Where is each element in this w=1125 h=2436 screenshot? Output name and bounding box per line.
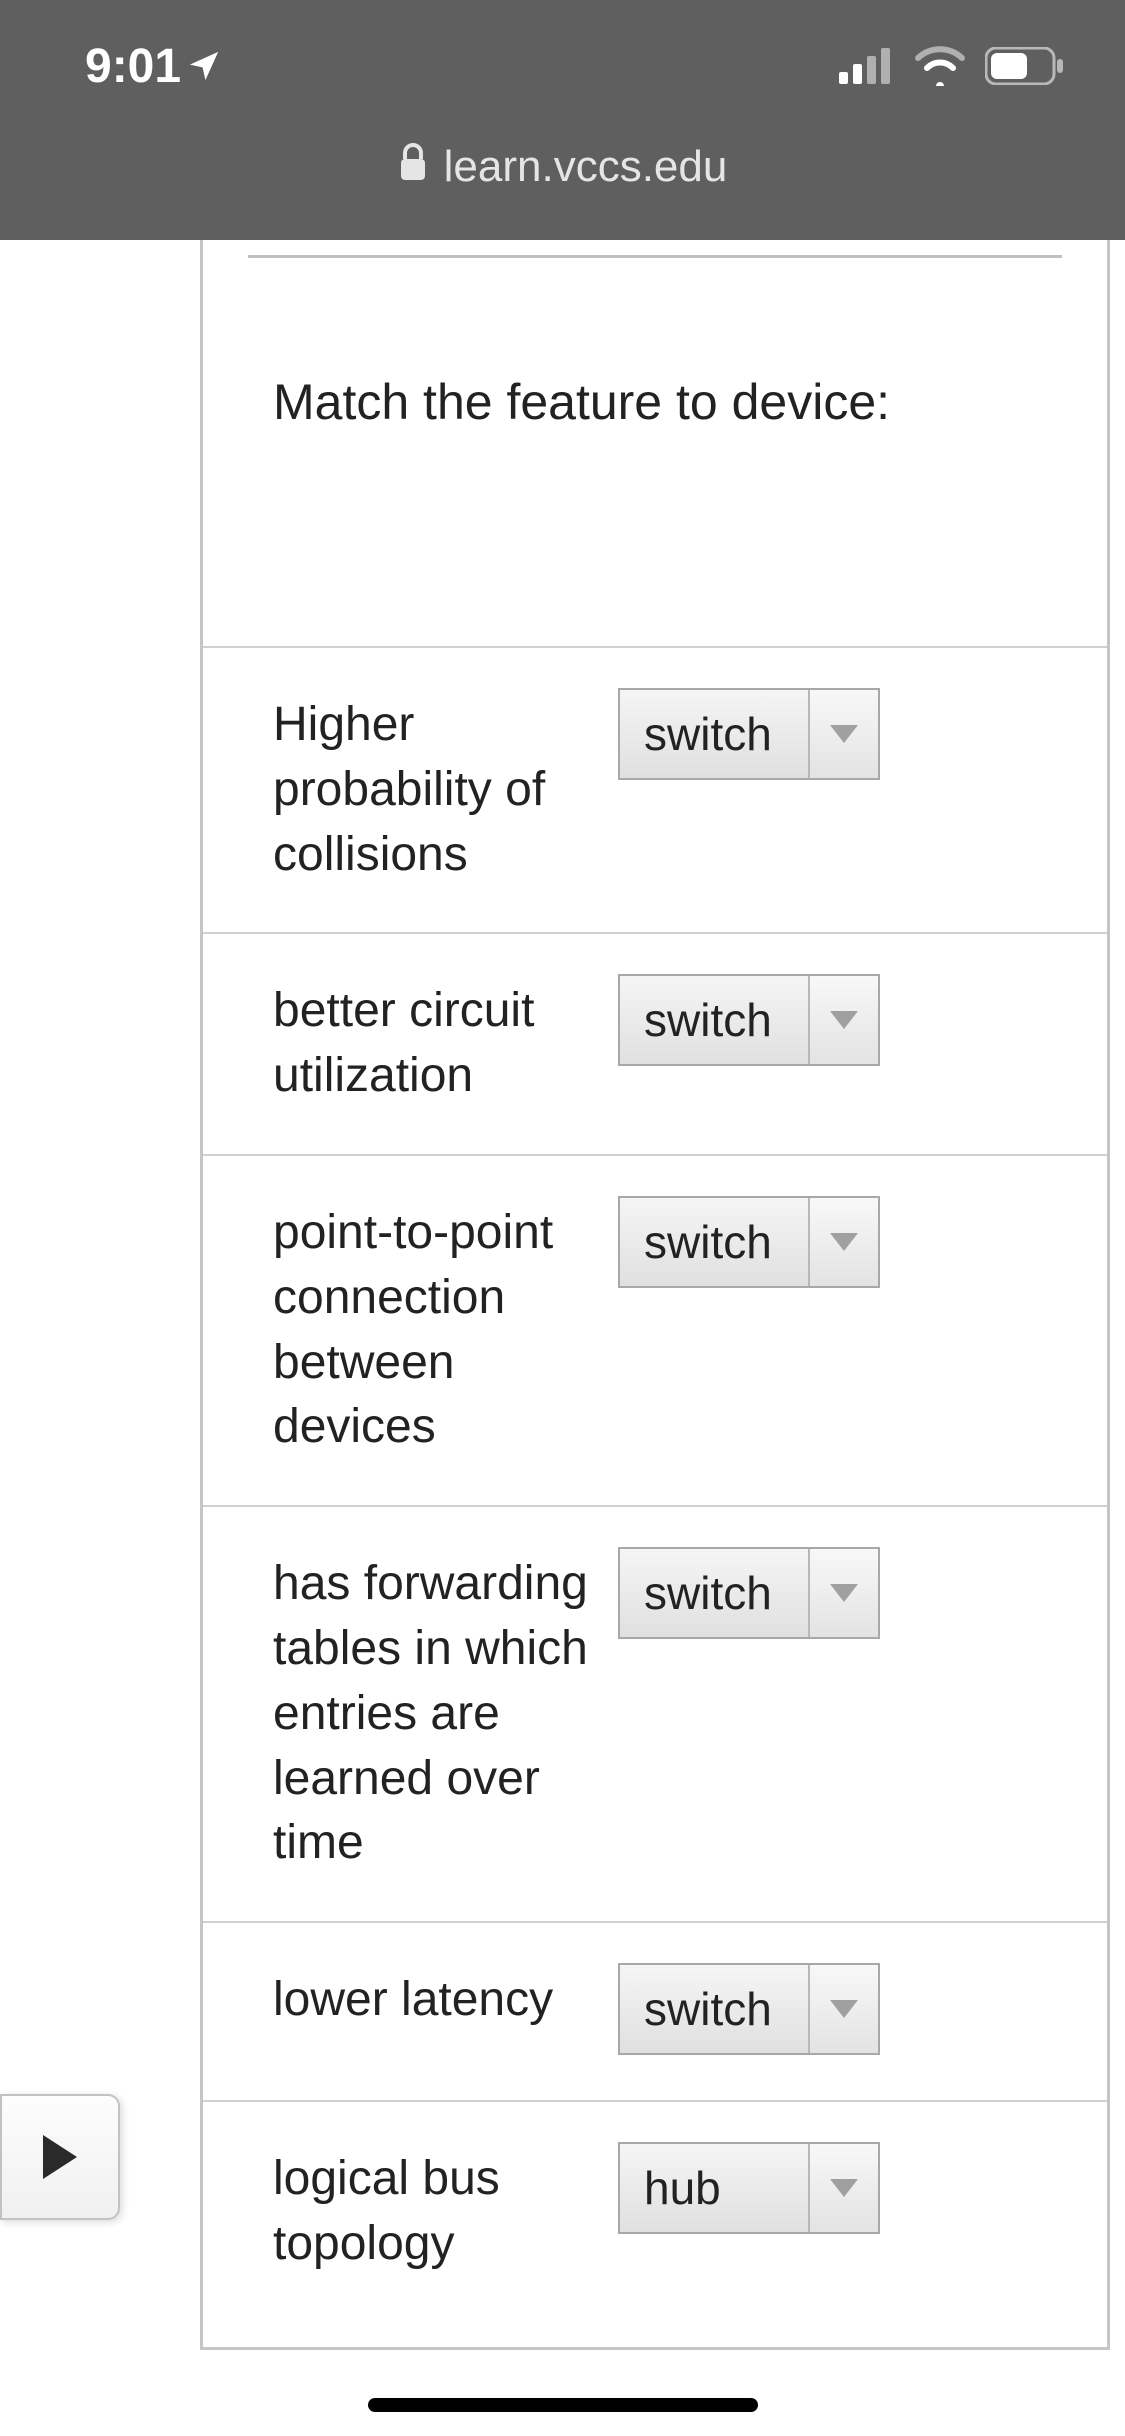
match-row: point-to-point connection between device… — [203, 1154, 1107, 1505]
match-row: has forwarding tables in which entries a… — [203, 1505, 1107, 1921]
match-row: Higher probability of collisions switch — [203, 646, 1107, 932]
battery-icon — [985, 47, 1065, 85]
match-label: better circuit utilization — [273, 979, 593, 1109]
status-icons — [839, 46, 1065, 86]
dropdown-value: switch — [620, 690, 810, 778]
dropdown-value: switch — [620, 1198, 810, 1286]
match-label: has forwarding tables in which entries a… — [273, 1552, 593, 1876]
answer-dropdown[interactable]: switch — [618, 974, 880, 1066]
quiz-panel: Match the feature to device: Higher prob… — [200, 240, 1110, 2350]
match-label: lower latency — [273, 1968, 593, 2033]
match-label: logical bus topology — [273, 2147, 593, 2277]
match-row: logical bus topology hub — [203, 2100, 1107, 2297]
match-row: lower latency switch — [203, 1921, 1107, 2100]
status-time: 9:01 — [85, 39, 221, 94]
chevron-down-icon — [810, 1549, 878, 1637]
dropdown-value: hub — [620, 2144, 810, 2232]
match-row: better circuit utilization switch — [203, 932, 1107, 1154]
chevron-down-icon — [810, 1198, 878, 1286]
lock-icon — [398, 142, 428, 182]
question-text: Match the feature to device: — [203, 258, 1107, 431]
home-indicator[interactable] — [368, 2398, 758, 2412]
status-bar: 9:01 — [0, 0, 1125, 132]
location-icon — [187, 49, 221, 83]
chevron-down-icon — [810, 2144, 878, 2232]
answer-dropdown[interactable]: switch — [618, 1963, 880, 2055]
address-bar[interactable]: learn.vccs.edu — [0, 132, 1125, 240]
match-label: Higher probability of collisions — [273, 693, 593, 887]
chevron-down-icon — [810, 976, 878, 1064]
match-list: Higher probability of collisions switch … — [203, 646, 1107, 2297]
match-label: point-to-point connection between device… — [273, 1201, 593, 1460]
answer-dropdown[interactable]: switch — [618, 1196, 880, 1288]
answer-dropdown[interactable]: switch — [618, 1547, 880, 1639]
content-area: Match the feature to device: Higher prob… — [0, 240, 1125, 2436]
answer-dropdown[interactable]: switch — [618, 688, 880, 780]
chevron-down-icon — [810, 690, 878, 778]
answer-dropdown[interactable]: hub — [618, 2142, 880, 2234]
chevron-right-icon — [43, 2135, 77, 2179]
dropdown-value: switch — [620, 1965, 810, 2053]
dropdown-value: switch — [620, 976, 810, 1064]
time-text: 9:01 — [85, 39, 181, 94]
chevron-down-icon — [810, 1965, 878, 2053]
side-expand-tab[interactable] — [0, 2094, 120, 2220]
url-text: learn.vccs.edu — [444, 142, 728, 192]
cellular-icon — [839, 48, 895, 84]
dropdown-value: switch — [620, 1549, 810, 1637]
wifi-icon — [913, 46, 967, 86]
panel-divider — [248, 240, 1062, 258]
